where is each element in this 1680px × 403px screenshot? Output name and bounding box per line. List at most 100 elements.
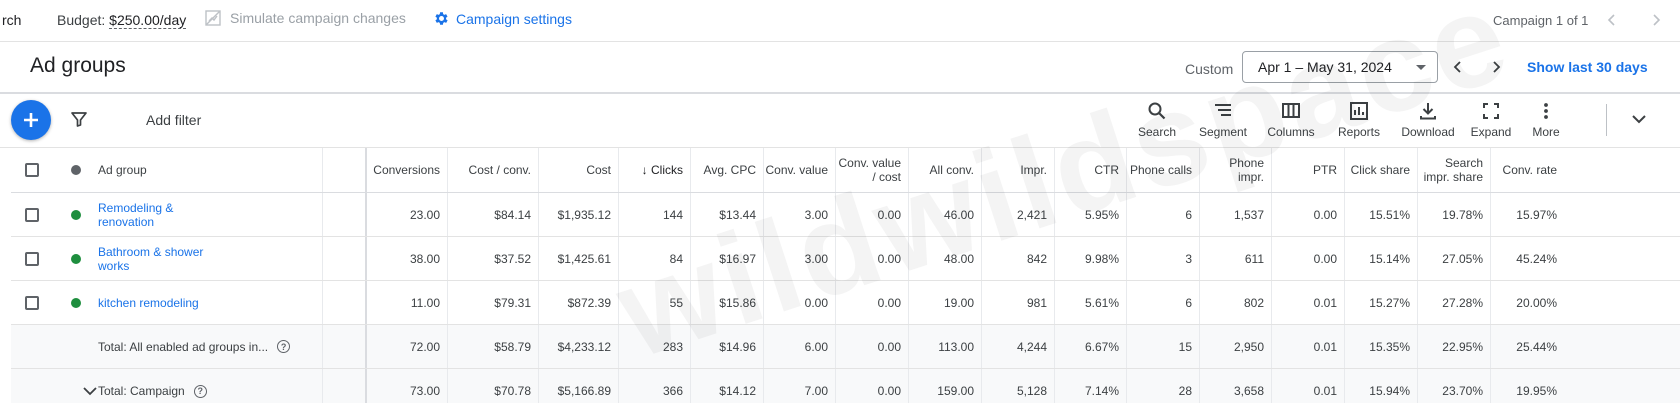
more-label: More [1532,125,1560,139]
cell-click-share: 15.14% [1345,237,1418,280]
cell-conv-value: 0.00 [764,281,836,324]
column-header-cost[interactable]: Cost [539,148,619,192]
total-impr: 5,128 [982,369,1055,403]
columns-button[interactable]: Columns [1261,100,1321,139]
status-cell[interactable] [53,237,98,280]
total-label: Total: Campaign ? [98,384,207,398]
column-header-conversions[interactable]: Conversions [367,148,448,192]
cell-cost-per-conv: $37.52 [448,237,539,280]
enabled-status-icon [70,297,81,308]
next-campaign-button[interactable] [1644,8,1668,32]
column-header-phone-impr[interactable]: Phone impr. [1200,148,1272,192]
status-cell[interactable] [53,281,98,324]
column-header-cost-per-conv[interactable]: Cost / conv. [448,148,539,192]
date-range-select[interactable]: Apr 1 – May 31, 2024 [1242,51,1438,83]
column-header-conv-value[interactable]: Conv. value [764,148,836,192]
cell-cost: $1,935.12 [539,193,619,236]
reports-button[interactable]: Reports [1329,100,1389,139]
ad-group-name-cell: Remodeling & renovation [98,193,323,236]
simulate-icon [205,10,221,26]
total-avg-cpc: $14.96 [691,325,764,368]
table-header-row: Ad group Conversions Cost / conv. Cost ↓… [11,148,1680,193]
cell-click-share: 15.51% [1345,193,1418,236]
cell-search-impr-share: 19.78% [1418,193,1491,236]
total-clicks: 366 [619,369,691,403]
segment-button[interactable]: Segment [1193,100,1253,139]
column-header-clicks[interactable]: ↓ Clicks [619,148,691,192]
cell-cost-per-conv: $79.31 [448,281,539,324]
help-icon[interactable]: ? [277,340,291,353]
cell-ctr: 5.61% [1055,281,1127,324]
ad-group-link[interactable]: kitchen remodeling [98,296,199,310]
expand-label: Expand [1470,125,1512,139]
previous-campaign-button[interactable] [1600,8,1624,32]
cell-conversions: 38.00 [367,237,448,280]
ad-group-link[interactable]: Remodeling & renovation [98,201,208,229]
select-all-cell [11,148,53,192]
show-last-30-days-link[interactable]: Show last 30 days [1527,59,1648,75]
top-bar: rch Budget: $250.00/day Simulate campaig… [0,0,1680,42]
row-checkbox[interactable] [25,295,39,310]
total-cost: $4,233.12 [539,325,619,368]
chevron-down-icon[interactable] [82,383,98,399]
row-checkbox[interactable] [25,251,39,266]
filter-button[interactable] [70,110,88,133]
breadcrumb[interactable]: rch [2,12,21,28]
column-header-all-conv[interactable]: All conv. [909,148,982,192]
cell-cost: $1,425.61 [539,237,619,280]
empty-cell [11,369,53,403]
column-header-impr[interactable]: Impr. [982,148,1055,192]
collapse-button[interactable] [1630,110,1648,133]
column-header-avg-cpc[interactable]: Avg. CPC [691,148,764,192]
campaign-count: Campaign 1 of 1 [1493,13,1589,28]
help-icon[interactable]: ? [193,384,207,398]
row-checkbox[interactable] [25,207,39,222]
add-filter-button[interactable]: Add filter [146,112,201,128]
cell-cost: $872.39 [539,281,619,324]
table-row[interactable]: Remodeling & renovation 23.00 $84.14 $1,935… [11,193,1680,237]
blank-cell [323,369,367,403]
campaign-settings-button[interactable]: Campaign settings [433,10,572,27]
total-click-share: 15.94% [1345,369,1418,403]
column-header-click-share[interactable]: Click share [1345,148,1418,192]
select-all-checkbox[interactable] [25,163,39,177]
more-button[interactable]: More [1516,100,1576,139]
column-header-phone-calls[interactable]: Phone calls [1127,148,1200,192]
table-row[interactable]: Bathroom & shower works 38.00 $37.52 $1,425… [11,237,1680,281]
previous-period-button[interactable] [1446,55,1470,79]
empty-cell [11,325,53,368]
ad-group-name-cell: Bathroom & shower works [98,237,323,280]
cell-conv-value-cost: 0.00 [836,193,909,236]
ad-group-link[interactable]: Bathroom & shower works [98,245,208,273]
cell-avg-cpc: $15.86 [691,281,764,324]
total-avg-cpc: $14.12 [691,369,764,403]
budget-value[interactable]: $250.00/day [109,12,187,29]
column-header-conv-rate[interactable]: Conv. rate [1491,148,1564,192]
column-header-ptr[interactable]: PTR [1272,148,1345,192]
download-button[interactable]: Download [1398,100,1458,139]
status-header[interactable] [53,148,98,192]
cell-all-conv: 48.00 [909,237,982,280]
column-header-conv-value-cost[interactable]: Conv. value / cost [836,148,909,192]
row-checkbox-cell [11,193,53,236]
column-header-ctr[interactable]: CTR [1055,148,1127,192]
segment-icon [1215,104,1231,116]
add-button[interactable] [11,100,51,140]
ad-group-column-header[interactable]: Ad group [98,148,323,192]
total-all-conv: 159.00 [909,369,982,403]
next-period-button[interactable] [1484,55,1508,79]
cell-search-impr-share: 27.05% [1418,237,1491,280]
cell-phone-impr: 611 [1200,237,1272,280]
ad-group-header-label: Ad group [98,163,147,177]
search-button[interactable]: Search [1127,100,1187,139]
cell-phone-calls: 6 [1127,193,1200,236]
total-label-cell: Total: All enabled ad groups in... ? [98,325,323,368]
total-conv-rate: 19.95% [1516,384,1557,398]
cell-conv-value: 3.00 [764,237,836,280]
chevron-right-icon [1653,14,1661,26]
table-row[interactable]: kitchen remodeling 11.00 $79.31 $872.39 55 $1… [11,281,1680,325]
column-header-search-impr-share[interactable]: Search impr. share [1418,148,1491,192]
status-cell[interactable] [53,193,98,236]
expand-button[interactable]: Expand [1461,100,1521,139]
search-icon [1148,102,1166,120]
